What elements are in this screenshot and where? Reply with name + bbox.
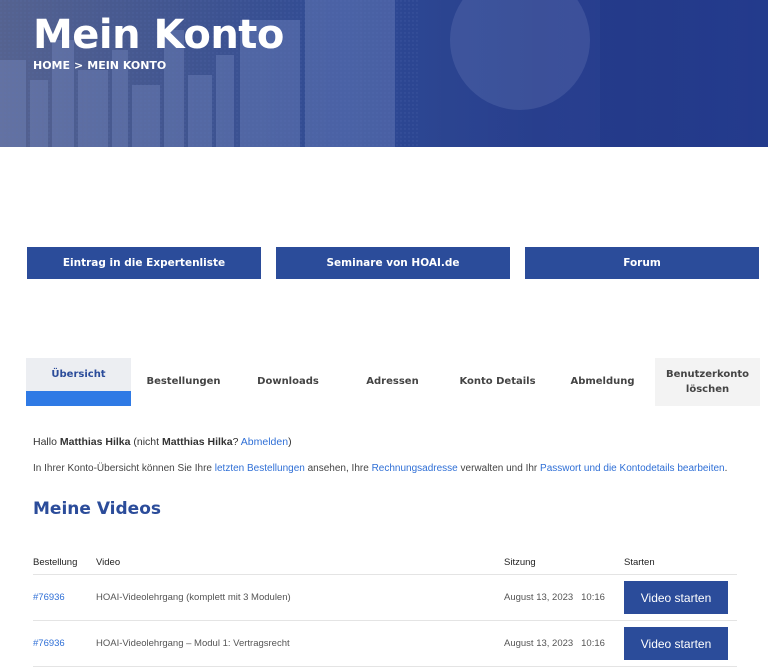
breadcrumb: HOME > MEIN KONTO (33, 59, 166, 72)
user-name-repeat: Matthias Hilka (162, 436, 233, 448)
overview-part1: In Ihrer Konto-Übersicht können Sie Ihre (33, 463, 212, 474)
videos-section-title: Meine Videos (33, 499, 162, 519)
tab-label: Abmeldung (570, 376, 635, 388)
videos-table: Bestellung Video Sitzung Starten #76936 … (33, 550, 737, 667)
seminars-button[interactable]: Seminare von HOAI.de (276, 247, 510, 279)
page-title: Mein Konto (33, 12, 284, 58)
account-tabs: Übersicht Bestellungen Downloads Adresse… (26, 358, 760, 406)
tab-downloads[interactable]: Downloads (236, 358, 340, 406)
start-video-button[interactable]: Video starten (624, 581, 728, 614)
session-time: 10:16 (581, 638, 605, 649)
overview-text: In Ihrer Konto-Übersicht können Sie Ihre… (33, 463, 727, 474)
table-row: #76936 HOAI-Videolehrgang – Modul 1: Ver… (33, 621, 737, 667)
breadcrumb-current: MEIN KONTO (87, 59, 167, 72)
tab-abmeldung[interactable]: Abmeldung (550, 358, 655, 406)
tab-label-line2: löschen (685, 384, 730, 395)
tab-label: Bestellungen (146, 376, 221, 388)
overview-period: . (724, 463, 728, 474)
table-header: Bestellung Video Sitzung Starten (33, 550, 737, 575)
video-title: HOAI-Videolehrgang (komplett mit 3 Modul… (96, 592, 291, 603)
breadcrumb-home-link[interactable]: HOME (33, 59, 70, 72)
breadcrumb-separator: > (74, 59, 84, 72)
tab-benutzerkonto-loeschen[interactable]: Benutzerkonto löschen (655, 358, 760, 406)
order-link[interactable]: #76936 (33, 638, 65, 649)
tab-label: Adressen (366, 376, 419, 388)
header-start: Starten (624, 556, 655, 568)
tab-adressen[interactable]: Adressen (340, 358, 445, 406)
tab-label: Konto Details (459, 376, 536, 388)
tab-label-line1: Benutzerkonto (666, 368, 749, 380)
start-video-button[interactable]: Video starten (624, 627, 728, 660)
session-time: 10:16 (581, 592, 605, 603)
greeting-close-paren: ) (288, 436, 292, 448)
overview-part2: ansehen, Ihre (307, 463, 369, 474)
session-datetime: August 13, 2023 10:16 (504, 592, 624, 603)
table-row: #76936 HOAI-Videolehrgang (komplett mit … (33, 575, 737, 621)
session-datetime: August 13, 2023 10:16 (504, 638, 624, 649)
session-date: August 13, 2023 (504, 638, 574, 649)
greeting-text: Hallo Matthias Hilka (nicht Matthias Hil… (33, 436, 292, 448)
tab-konto-details[interactable]: Konto Details (445, 358, 550, 406)
expert-list-button[interactable]: Eintrag in die Expertenliste (27, 247, 261, 279)
billing-address-link[interactable]: Rechnungsadresse (372, 463, 458, 474)
header-video: Video (96, 556, 121, 568)
user-name: Matthias Hilka (59, 436, 131, 448)
order-link[interactable]: #76936 (33, 592, 65, 603)
header-session: Sitzung (504, 556, 536, 568)
tab-label: Downloads (257, 376, 319, 388)
greeting-question: ? (232, 436, 239, 448)
header-order: Bestellung (33, 556, 78, 568)
recent-orders-link[interactable]: letzten Bestellungen (215, 463, 305, 474)
forum-button[interactable]: Forum (525, 247, 759, 279)
video-title: HOAI-Videolehrgang – Modul 1: Vertragsre… (96, 638, 290, 649)
session-date: August 13, 2023 (504, 592, 574, 603)
tab-uebersicht[interactable]: Übersicht (26, 358, 131, 406)
tab-label: Übersicht (51, 369, 106, 381)
greeting-hello: Hallo (33, 436, 57, 448)
overview-part3: verwalten und Ihr (460, 463, 538, 474)
greeting-not-prefix: (nicht (133, 436, 160, 448)
logout-link[interactable]: Abmelden (241, 436, 288, 448)
tab-bestellungen[interactable]: Bestellungen (131, 358, 236, 406)
password-details-link[interactable]: Passwort und die Kontodetails bearbeiten (540, 463, 725, 474)
hero-banner: Mein Konto HOME > MEIN KONTO (0, 0, 768, 147)
